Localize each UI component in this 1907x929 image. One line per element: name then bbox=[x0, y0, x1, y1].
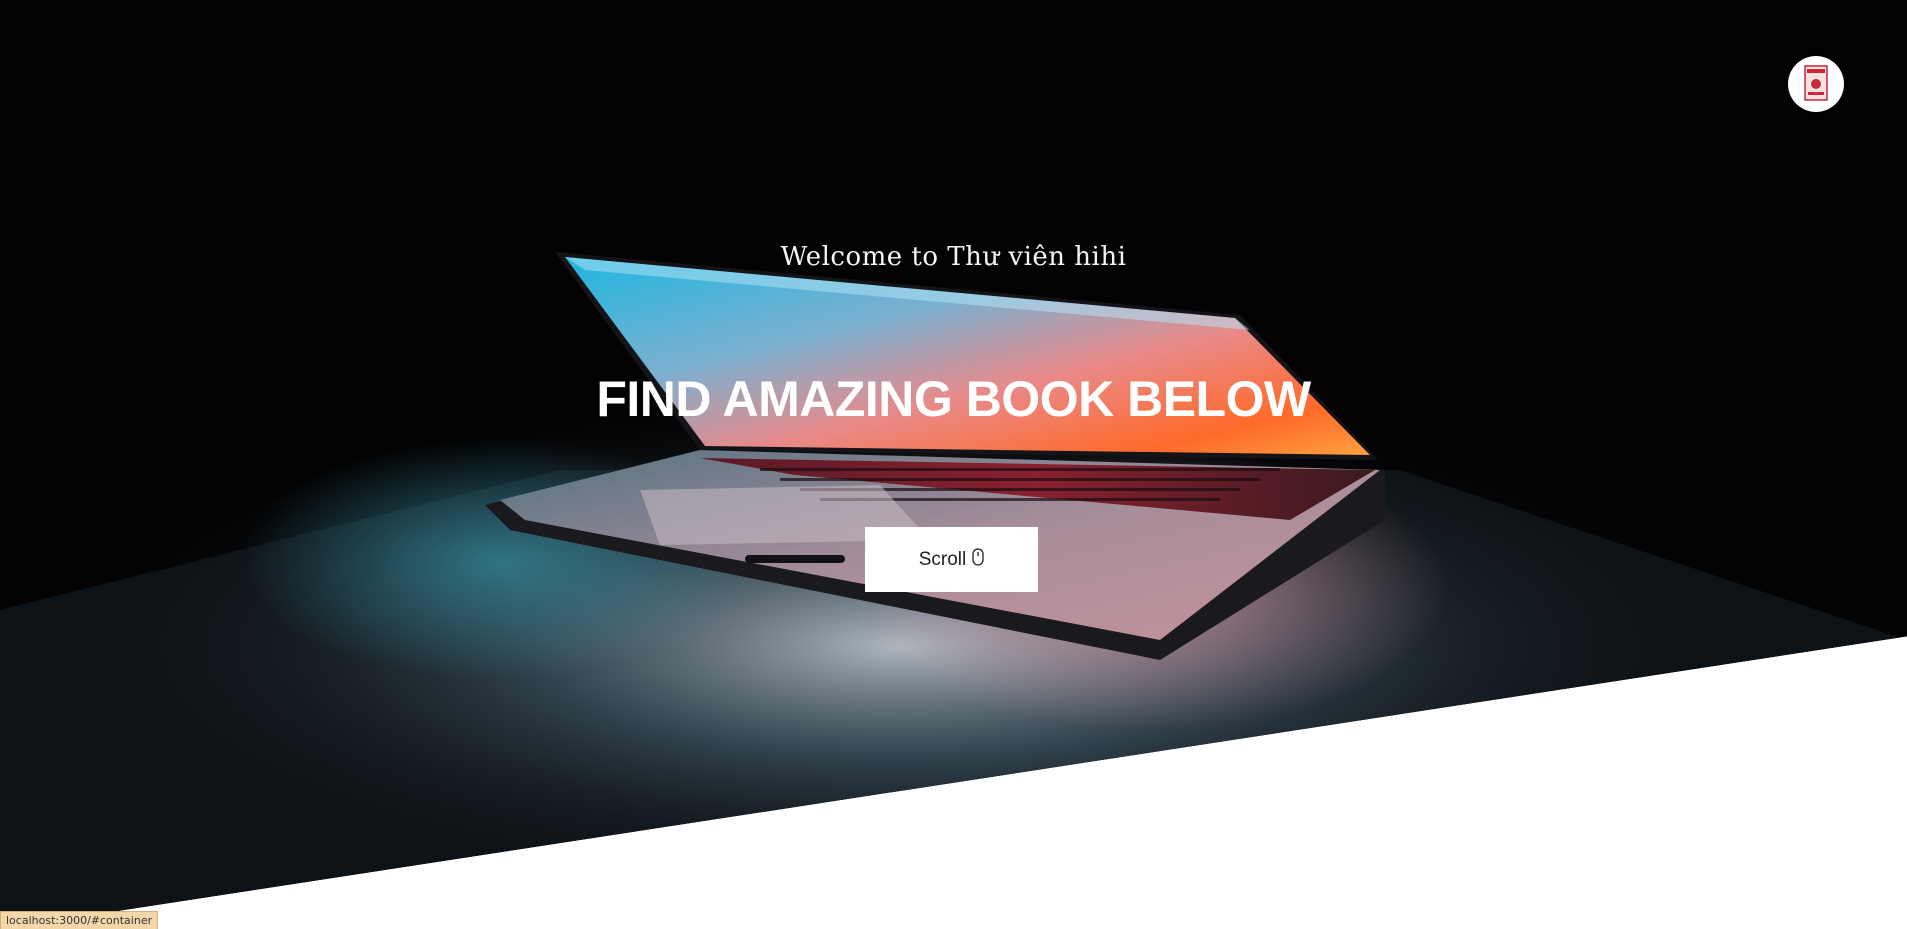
hero-headline: FIND AMAZING BOOK BELOW bbox=[596, 371, 1311, 427]
status-bar-url: localhost:3000/#container bbox=[0, 911, 159, 929]
hero-section: Welcome to Thư viên hihi FIND AMAZING BO… bbox=[0, 0, 1907, 929]
scroll-button[interactable]: Scroll bbox=[865, 527, 1038, 592]
page: Welcome to Thư viên hihi FIND AMAZING BO… bbox=[0, 0, 1907, 929]
library-logo-icon[interactable] bbox=[1788, 56, 1844, 112]
laptop-photo bbox=[0, 0, 1907, 929]
welcome-text: Welcome to Thư viên hihi bbox=[780, 242, 1127, 272]
scroll-button-label: Scroll bbox=[918, 548, 967, 570]
mouse-icon bbox=[972, 547, 984, 572]
